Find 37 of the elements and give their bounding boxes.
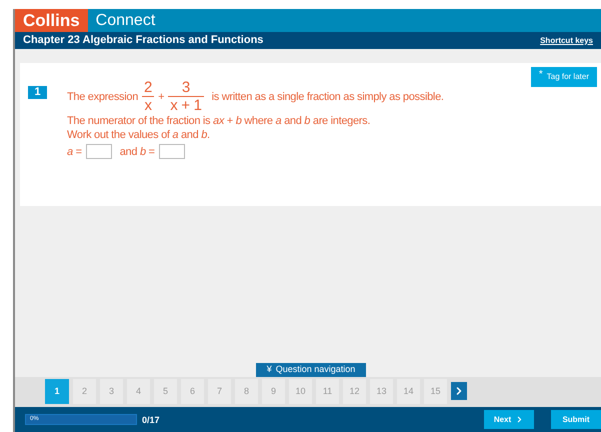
page-tab[interactable]: 2 <box>73 379 96 404</box>
question-text: The expression <box>67 90 138 104</box>
answer-box[interactable] <box>86 144 112 159</box>
question-navigation-button[interactable]: ¥ Question navigation <box>256 363 366 377</box>
answer-label: and b = <box>120 144 155 158</box>
page-tab[interactable]: 8 <box>235 379 258 404</box>
next-pages-button[interactable] <box>451 382 467 400</box>
page-tab[interactable]: 14 <box>397 379 420 404</box>
page-tab[interactable]: 1 <box>45 379 69 404</box>
page-tab[interactable]: 12 <box>343 379 366 404</box>
question-count: 0/17 <box>142 414 160 428</box>
next-button[interactable]: Next <box>484 410 534 429</box>
page-tab[interactable]: 4 <box>127 379 150 404</box>
page-tab[interactable]: 13 <box>370 379 393 404</box>
question-text: The numerator of the fraction is ax + b where a and b are integers. <box>67 114 372 128</box>
plus-sign: + <box>158 90 164 104</box>
page-tab[interactable]: 7 <box>208 379 231 404</box>
page-tab[interactable]: 6 <box>181 379 204 404</box>
answer-box[interactable] <box>158 144 185 159</box>
brand-logo: Collins <box>15 9 88 32</box>
page-tab[interactable]: 5 <box>154 379 177 404</box>
fraction: 3 x + 1 <box>168 79 204 114</box>
shortcut-keys-link[interactable]: Shortcut keys <box>540 34 593 46</box>
answer-label: a = <box>67 144 82 158</box>
page-tab[interactable]: 10 <box>289 379 312 404</box>
question-text: is written as a single fraction as simply as possible. <box>212 90 444 104</box>
tag-for-later-button[interactable]: * Tag for later <box>530 67 597 87</box>
page-tab[interactable]: 11 <box>316 379 339 404</box>
chapter-title: Chapter 23 Algebraic Fractions and Functions <box>23 33 264 48</box>
question-text: Work out the values of a and b. <box>67 128 211 142</box>
page-tab[interactable]: 3 <box>100 379 123 404</box>
fraction: 2 x <box>142 79 154 114</box>
product-name: Connect <box>94 10 156 30</box>
question-number: 1 <box>28 86 47 99</box>
submit-button[interactable]: Submit <box>551 410 601 429</box>
page-tab[interactable]: 15 <box>424 379 447 404</box>
page-tab[interactable]: 9 <box>262 379 285 404</box>
